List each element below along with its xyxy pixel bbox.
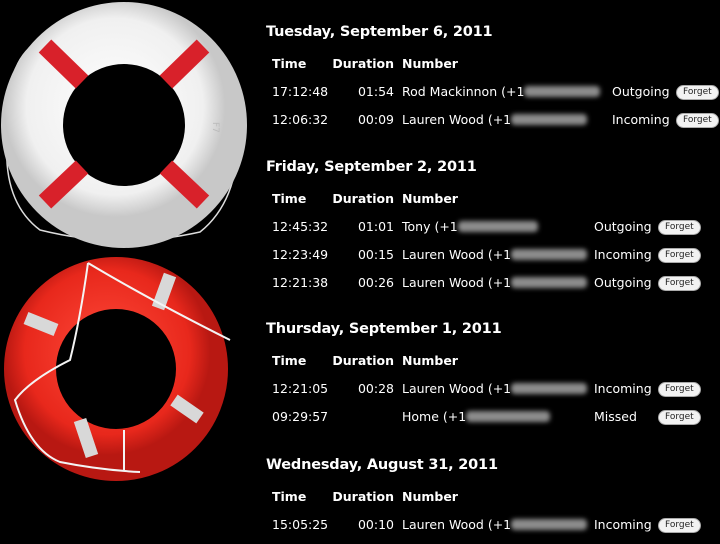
forget-button[interactable]: Forget [658,248,701,263]
call-time: 12:21:38 [272,274,329,290]
day-title: Friday, September 2, 2011 [266,159,477,175]
calls-table: Time Duration Number 17:12:48 01:54 Rod … [266,49,719,133]
day-section: Tuesday, September 6, 2011 Time Duration… [266,22,719,133]
table-row: 12:23:49 00:15 Lauren Wood (+1 Incoming … [266,240,701,268]
table-row: 15:05:25 00:10 Lauren Wood (+1 Incoming … [266,510,701,538]
call-duration: 01:54 [357,83,394,99]
calls-table: Time Duration Number 15:05:25 00:10 Laur… [266,482,701,538]
table-row: 12:21:05 00:28 Lauren Wood (+1 Incoming … [266,374,701,402]
call-type: Outgoing [612,83,670,99]
day-title: Wednesday, August 31, 2011 [266,457,498,473]
forget-button[interactable]: Forget [658,410,701,425]
col-duration: Duration [332,488,394,504]
col-time: Time [272,55,307,71]
col-duration: Duration [332,55,394,71]
buoy-marking: F7 [210,122,220,133]
table-header: Time Duration Number [266,184,701,212]
redacted-number [511,382,588,394]
forget-button[interactable]: Forget [658,382,701,397]
table-row: 09:29:57 Home (+1 Missed Forget [266,402,701,430]
forget-button[interactable]: Forget [676,85,719,100]
call-duration: 00:28 [357,380,394,396]
col-time: Time [272,352,307,368]
table-row: 12:06:32 00:09 Lauren Wood (+1 Incoming … [266,105,719,133]
call-time: 15:05:25 [272,516,329,532]
contact-name: Lauren Wood (+1 [402,246,512,262]
forget-button[interactable]: Forget [658,518,701,533]
redacted-number [511,518,588,530]
day-section: Thursday, September 1, 2011 Time Duratio… [266,319,701,430]
table-row: 17:12:48 01:54 Rod Mackinnon (+1 Outgoin… [266,77,719,105]
call-number: Lauren Wood (+1 [402,510,594,538]
call-time: 12:23:49 [272,246,329,262]
contact-name: Tony (+1 [402,218,458,234]
contact-name: Lauren Wood (+1 [402,380,512,396]
call-number: Lauren Wood (+1 [402,374,594,402]
contact-name: Home (+1 [402,408,467,424]
table-header: Time Duration Number [266,49,719,77]
col-number: Number [402,55,458,71]
col-number: Number [402,352,458,368]
lifebuoy-illustrations: F7 [1,2,247,481]
col-number: Number [402,488,458,504]
call-type: Outgoing [594,274,652,290]
calls-table: Time Duration Number 12:21:05 00:28 Laur… [266,346,701,430]
table-header: Time Duration Number [266,482,701,510]
col-time: Time [272,190,307,206]
call-duration [332,402,402,430]
redacted-number [466,410,551,422]
redacted-number [511,276,588,288]
forget-button[interactable]: Forget [658,220,701,235]
call-time: 12:21:05 [272,380,329,396]
call-time: 17:12:48 [272,83,329,99]
call-time: 12:06:32 [272,111,329,127]
call-duration: 01:01 [357,218,394,234]
col-duration: Duration [332,352,394,368]
day-section: Friday, September 2, 2011 Time Duration … [266,157,701,296]
table-row: 12:21:38 00:26 Lauren Wood (+1 Outgoing … [266,268,701,296]
table-header: Time Duration Number [266,346,701,374]
call-number: Lauren Wood (+1 [402,105,612,133]
call-type: Incoming [594,380,652,396]
redacted-number [457,220,538,232]
call-type: Incoming [612,111,670,127]
table-row: 12:45:32 01:01 Tony (+1 Outgoing Forget [266,212,701,240]
day-title: Thursday, September 1, 2011 [266,321,502,337]
call-time: 12:45:32 [272,218,329,234]
forget-button[interactable]: Forget [658,276,701,291]
call-duration: 00:10 [357,516,394,532]
call-type: Missed [594,408,637,424]
contact-name: Lauren Wood (+1 [402,516,512,532]
col-time: Time [272,488,307,504]
contact-name: Rod Mackinnon (+1 [402,83,525,99]
call-duration: 00:15 [357,246,394,262]
call-number: Lauren Wood (+1 [402,268,594,296]
call-number: Lauren Wood (+1 [402,240,594,268]
day-title: Tuesday, September 6, 2011 [266,24,493,40]
redacted-number [511,113,588,125]
call-number: Rod Mackinnon (+1 [402,77,612,105]
contact-name: Lauren Wood (+1 [402,111,512,127]
calls-table: Time Duration Number 12:45:32 01:01 Tony… [266,184,701,296]
call-type: Incoming [594,516,652,532]
redacted-number [511,248,588,260]
call-type: Outgoing [594,218,652,234]
redacted-number [524,85,601,97]
col-duration: Duration [332,190,394,206]
call-duration: 00:09 [357,111,394,127]
col-number: Number [402,190,458,206]
contact-name: Lauren Wood (+1 [402,274,512,290]
call-duration: 00:26 [357,274,394,290]
call-number: Home (+1 [402,402,594,430]
forget-button[interactable]: Forget [676,113,719,128]
day-section: Wednesday, August 31, 2011 Time Duration… [266,455,701,538]
call-type: Incoming [594,246,652,262]
white-lifebuoy-icon: F7 [1,2,247,248]
call-time: 09:29:57 [272,408,329,424]
call-number: Tony (+1 [402,212,594,240]
red-lifebuoy-icon [4,257,231,481]
